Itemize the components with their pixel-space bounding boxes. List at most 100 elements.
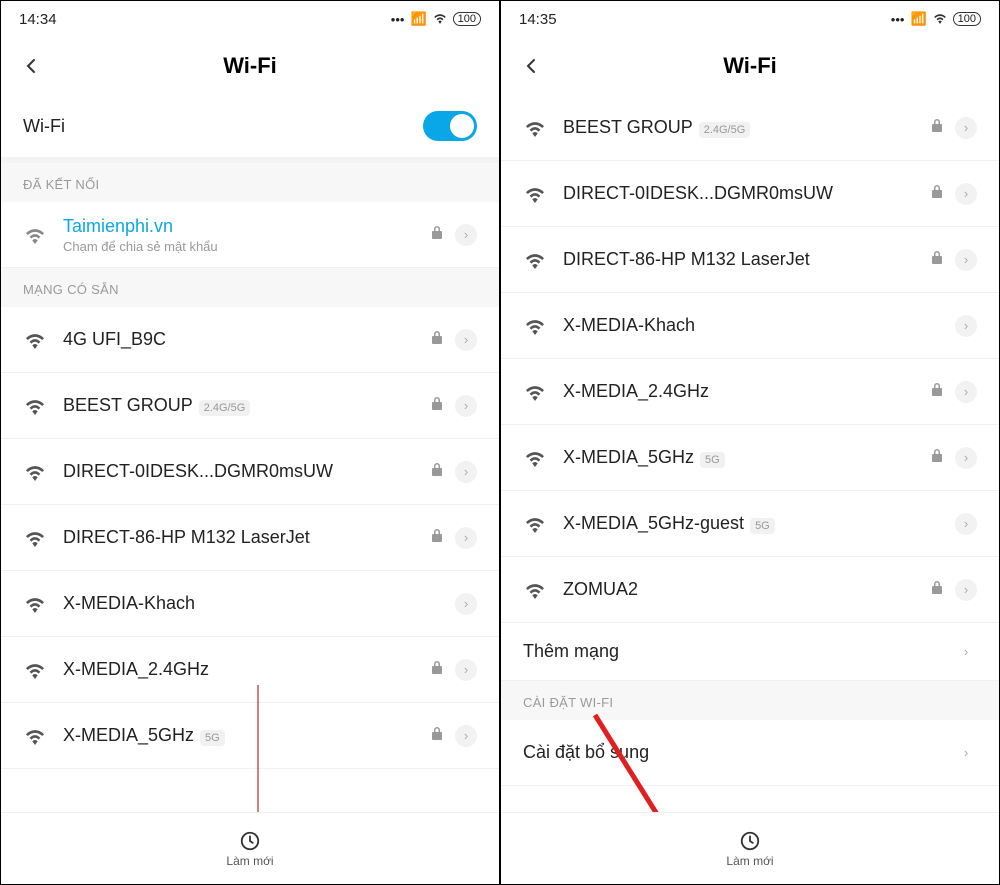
network-name: X-MEDIA_5GHz5G xyxy=(563,447,725,468)
battery-icon: 100 xyxy=(953,12,981,26)
wifi-status-icon xyxy=(433,12,447,27)
wifi-icon xyxy=(23,226,47,244)
details-button[interactable]: › xyxy=(455,461,477,483)
details-button[interactable]: › xyxy=(955,249,977,271)
wifi-icon xyxy=(23,727,47,745)
page-header: Wi-Fi xyxy=(501,37,999,95)
details-button[interactable]: › xyxy=(455,593,477,615)
lock-icon xyxy=(431,396,445,415)
page-title: Wi-Fi xyxy=(501,53,999,79)
details-button[interactable]: › xyxy=(455,224,477,246)
network-row[interactable]: X-MEDIA_2.4GHz› xyxy=(501,359,999,425)
back-button[interactable] xyxy=(17,52,45,80)
status-bar: 14:35 ••• 📶 100 xyxy=(501,1,999,37)
refresh-bar[interactable]: Làm mới xyxy=(1,812,499,884)
lock-icon xyxy=(431,528,445,547)
wifi-icon xyxy=(523,317,547,335)
add-network-row[interactable]: Thêm mạng › xyxy=(501,623,999,681)
wifi-status-icon xyxy=(933,12,947,27)
wifi-icon xyxy=(23,331,47,349)
refresh-label: Làm mới xyxy=(726,854,773,868)
lock-icon xyxy=(931,118,945,137)
band-badge: 2.4G/5G xyxy=(699,122,751,138)
connected-network-row[interactable]: Taimienphi.vn Chạm để chia sẻ mật khẩu › xyxy=(1,202,499,268)
wifi-icon xyxy=(523,251,547,269)
lock-icon xyxy=(931,184,945,203)
back-button[interactable] xyxy=(517,52,545,80)
band-badge: 2.4G/5G xyxy=(199,400,251,416)
details-button[interactable]: › xyxy=(455,659,477,681)
details-button[interactable]: › xyxy=(455,725,477,747)
wifi-icon xyxy=(523,119,547,137)
page-title: Wi-Fi xyxy=(1,53,499,79)
lock-icon xyxy=(431,330,445,349)
network-row[interactable]: DIRECT-0IDESK...DGMR0msUW › xyxy=(1,439,499,505)
network-row[interactable]: X-MEDIA_5GHz-guest5G› xyxy=(501,491,999,557)
chevron-right-icon[interactable]: › xyxy=(955,641,977,663)
wifi-settings-section-label: CÀI ĐẶT WI-FI xyxy=(501,681,999,720)
wifi-icon xyxy=(523,515,547,533)
details-button[interactable]: › xyxy=(455,527,477,549)
additional-settings-row[interactable]: Cài đặt bổ sung › xyxy=(501,720,999,786)
refresh-bar[interactable]: Làm mới xyxy=(501,812,999,884)
details-button[interactable]: › xyxy=(955,381,977,403)
details-button[interactable]: › xyxy=(955,183,977,205)
refresh-label: Làm mới xyxy=(226,854,273,868)
details-button[interactable]: › xyxy=(955,315,977,337)
network-name: X-MEDIA-Khach xyxy=(63,593,195,614)
page-header: Wi-Fi xyxy=(1,37,499,95)
band-badge: 5G xyxy=(750,518,775,534)
connected-section-label: ĐÃ KẾT NỐI xyxy=(1,163,499,202)
network-row[interactable]: BEEST GROUP2.4G/5G › xyxy=(501,95,999,161)
wifi-toggle-label: Wi-Fi xyxy=(23,116,65,137)
available-section-label: MẠNG CÓ SẴN xyxy=(1,268,499,307)
refresh-icon xyxy=(239,830,261,852)
wifi-icon xyxy=(23,661,47,679)
lock-icon xyxy=(431,225,445,244)
status-icons: ••• 📶 100 xyxy=(891,11,981,27)
lock-icon xyxy=(431,660,445,679)
lock-icon xyxy=(931,382,945,401)
network-row[interactable]: X-MEDIA-Khach › xyxy=(1,571,499,637)
chevron-right-icon[interactable]: › xyxy=(955,742,977,764)
dots-icon: ••• xyxy=(391,12,405,27)
network-row[interactable]: ZOMUA2 › xyxy=(501,557,999,623)
details-button[interactable]: › xyxy=(455,395,477,417)
details-button[interactable]: › xyxy=(955,117,977,139)
wifi-icon xyxy=(23,463,47,481)
network-row[interactable]: 4G UFI_B9C› xyxy=(1,307,499,373)
wifi-toggle-row[interactable]: Wi-Fi xyxy=(1,95,499,163)
clock: 14:34 xyxy=(19,11,57,28)
network-row[interactable]: X-MEDIA_5GHz5G › xyxy=(501,425,999,491)
network-row[interactable]: DIRECT-86-HP M132 LaserJet› xyxy=(501,227,999,293)
wifi-icon xyxy=(523,581,547,599)
lock-icon xyxy=(931,448,945,467)
network-row[interactable]: X-MEDIA_2.4GHz› xyxy=(1,637,499,703)
network-name: DIRECT-0IDESK...DGMR0msUW xyxy=(563,183,833,204)
details-button[interactable]: › xyxy=(955,513,977,535)
network-row[interactable]: DIRECT-0IDESK...DGMR0msUW › xyxy=(501,161,999,227)
status-icons: ••• 📶 100 xyxy=(391,11,481,27)
network-row[interactable]: DIRECT-86-HP M132 LaserJet› xyxy=(1,505,499,571)
wifi-icon xyxy=(523,449,547,467)
details-button[interactable]: › xyxy=(955,579,977,601)
network-name: DIRECT-0IDESK...DGMR0msUW xyxy=(63,461,333,482)
dots-icon: ••• xyxy=(891,12,905,27)
network-row[interactable]: BEEST GROUP2.4G/5G› xyxy=(1,373,499,439)
battery-icon: 100 xyxy=(453,12,481,26)
details-button[interactable]: › xyxy=(455,329,477,351)
status-bar: 14:34 ••• 📶 100 xyxy=(1,1,499,37)
network-name: BEEST GROUP2.4G/5G xyxy=(563,117,750,138)
lock-icon xyxy=(431,726,445,745)
details-button[interactable]: › xyxy=(955,447,977,469)
wifi-icon xyxy=(23,529,47,547)
network-name: ZOMUA2 xyxy=(563,579,638,600)
lock-icon xyxy=(931,580,945,599)
network-row[interactable]: X-MEDIA-Khach› xyxy=(501,293,999,359)
signal-icon: 📶 xyxy=(910,11,926,27)
additional-settings-label: Cài đặt bổ sung xyxy=(523,742,649,763)
wifi-toggle[interactable] xyxy=(423,111,477,141)
connected-network-name: Taimienphi.vn xyxy=(63,216,218,237)
lock-icon xyxy=(931,250,945,269)
network-row[interactable]: X-MEDIA_5GHz5G› xyxy=(1,703,499,769)
